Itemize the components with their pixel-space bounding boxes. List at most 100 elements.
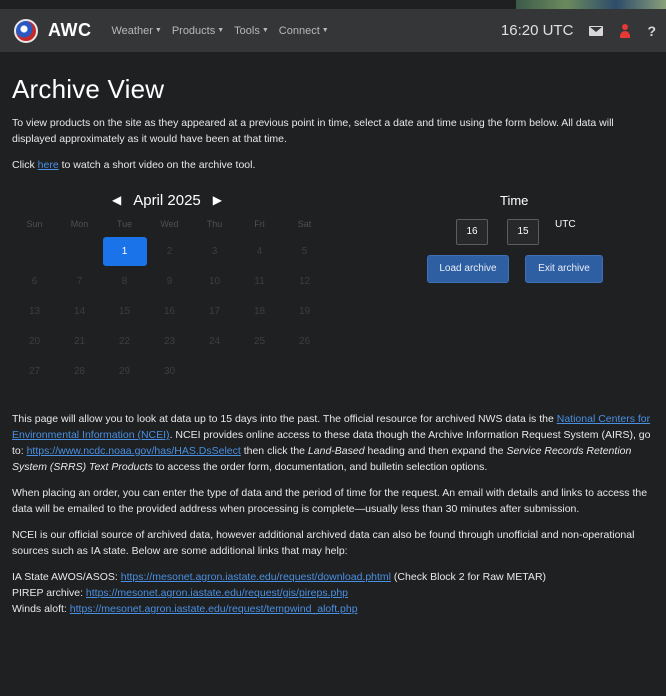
calendar-day[interactable]: 8 — [102, 267, 147, 297]
calendar-day[interactable]: 23 — [147, 327, 192, 357]
navbar: AWC Weather ▼ Products ▼ Tools ▼ Connect ▼ 1… — [0, 9, 666, 52]
calendar-day[interactable]: 18 — [237, 297, 282, 327]
calendar-empty-cell — [57, 237, 102, 267]
calendar-day[interactable]: 14 — [57, 297, 102, 327]
calendar-day[interactable]: 21 — [57, 327, 102, 357]
menu-products[interactable]: Products ▼ — [172, 25, 224, 37]
land-based-text: Land-Based — [307, 445, 365, 457]
thumbnail-image — [516, 0, 666, 9]
calendar-day[interactable]: 25 — [237, 327, 282, 357]
menu-tools-label: Tools — [234, 24, 260, 37]
calendar-day[interactable]: 16 — [147, 297, 192, 327]
calendar-day[interactable]: 27 — [12, 357, 57, 387]
weekday-label: Sat — [297, 219, 312, 229]
caret-down-icon: ▼ — [261, 27, 269, 34]
menu-connect-label: Connect — [278, 24, 320, 37]
hour-input[interactable]: 16 — [456, 219, 488, 245]
link-row-winds: Winds aloft: https://mesonet.agron.iasta… — [12, 601, 656, 617]
sources-paragraph: NCEI is our official source of archived … — [12, 529, 635, 557]
brand-name: AWC — [48, 20, 92, 40]
calendar-day[interactable]: 3 — [192, 237, 237, 267]
weekday-label: Wed — [160, 219, 179, 229]
calendar-day[interactable]: 6 — [12, 267, 57, 297]
intro-text: To view products on the site as they app… — [12, 117, 614, 145]
calendar-header: ◀ April 2025 ▶ — [22, 189, 312, 211]
noaa-logo-icon — [14, 18, 38, 43]
link-row-pirep: PIREP archive: https://mesonet.agron.ias… — [12, 585, 656, 601]
calendar-day-selected[interactable]: 1 — [102, 237, 147, 266]
exit-archive-button[interactable]: Exit archive — [525, 255, 603, 283]
video-line: Click here to watch a short video on the… — [12, 157, 656, 173]
calendar-empty-cell — [192, 357, 237, 387]
load-archive-button[interactable]: Load archive — [427, 255, 509, 283]
weekday-label: Sun — [26, 219, 43, 229]
link-label: IA State AWOS/ASOS: — [12, 571, 121, 583]
weekday-label: Mon — [70, 219, 89, 229]
menu-tools[interactable]: Tools ▼ — [234, 25, 269, 37]
utc-clock: 16:20 UTC — [500, 22, 574, 39]
calendar-day[interactable]: 19 — [282, 297, 327, 327]
ncei-text-c: then click the — [240, 445, 308, 457]
user-icon[interactable] — [619, 23, 631, 38]
calendar-day[interactable]: 7 — [57, 267, 102, 297]
calendar-day[interactable]: 13 — [12, 297, 57, 327]
calendar-day[interactable]: 4 — [237, 237, 282, 267]
calendar-day[interactable]: 11 — [237, 267, 282, 297]
video-post: to watch a short video on the archive to… — [58, 159, 256, 171]
menu-weather[interactable]: Weather ▼ — [112, 25, 162, 37]
caret-down-icon: ▼ — [154, 27, 162, 34]
calendar-day[interactable]: 15 — [102, 297, 147, 327]
pirep-link[interactable]: https://mesonet.agron.iastate.edu/reques… — [86, 587, 348, 599]
menu-connect[interactable]: Connect ▼ — [279, 25, 329, 37]
calendar-day[interactable]: 5 — [282, 237, 327, 267]
order-paragraph: When placing an order, you can enter the… — [12, 487, 648, 515]
nav-right: 16:20 UTC ? — [501, 22, 666, 39]
date-picker: ◀ April 2025 ▶ Sun Mon Tue Wed Thu Fri Sat 123… — [12, 189, 312, 387]
archive-page: AWC Weather ▼ Products ▼ Tools ▼ Connect ▼ 1… — [0, 0, 666, 696]
link-row-awos: IA State AWOS/ASOS: https://mesonet.agro… — [12, 569, 656, 585]
ncei-text-a: This page will allow you to look at data… — [12, 413, 557, 425]
main-content: Archive View To view products on the sit… — [12, 52, 656, 617]
video-link[interactable]: here — [38, 159, 59, 171]
link-label: Winds aloft: — [12, 603, 70, 615]
additional-links: IA State AWOS/ASOS: https://mesonet.agro… — [12, 569, 656, 617]
calendar-empty-cell — [282, 357, 327, 387]
calendar-day[interactable]: 29 — [102, 357, 147, 387]
calendar-month: April 2025 — [133, 191, 201, 209]
help-icon[interactable]: ? — [647, 23, 656, 39]
calendar-day[interactable]: 9 — [147, 267, 192, 297]
caret-down-icon: ▼ — [217, 27, 225, 34]
calendar-day[interactable]: 24 — [192, 327, 237, 357]
calendar-day[interactable]: 12 — [282, 267, 327, 297]
calendar-day[interactable]: 28 — [57, 357, 102, 387]
winds-aloft-link[interactable]: https://mesonet.agron.iastate.edu/reques… — [70, 603, 358, 615]
next-month-icon[interactable]: ▶ — [213, 193, 222, 207]
prev-month-icon[interactable]: ◀ — [112, 193, 121, 207]
awos-link[interactable]: https://mesonet.agron.iastate.edu/reques… — [121, 571, 391, 583]
calendar-day[interactable]: 1 — [102, 237, 147, 267]
main-menu: Weather ▼ Products ▼ Tools ▼ Connect ▼ — [112, 25, 329, 37]
calendar-day[interactable]: 10 — [192, 267, 237, 297]
calendar-day[interactable]: 26 — [282, 327, 327, 357]
mail-icon[interactable] — [589, 25, 604, 36]
ncei-text-e: to access the order form, documentation,… — [152, 461, 488, 473]
minute-input[interactable]: 15 — [507, 219, 539, 245]
calendar-day[interactable]: 17 — [192, 297, 237, 327]
weekday-label: Fri — [254, 219, 265, 229]
calendar-day[interactable]: 22 — [102, 327, 147, 357]
page-title: Archive View — [12, 74, 165, 104]
info-section: This page will allow you to look at data… — [12, 411, 656, 559]
link-label: PIREP archive: — [12, 587, 86, 599]
brand-link[interactable]: AWC — [14, 18, 92, 43]
weekday-row: Sun Mon Tue Wed Thu Fri Sat — [12, 219, 312, 233]
calendar-day[interactable]: 20 — [12, 327, 57, 357]
airs-link[interactable]: https://www.ncdc.noaa.gov/has/HAS.DsSele… — [27, 445, 241, 457]
caret-down-icon: ▼ — [321, 27, 329, 34]
ncei-paragraph: This page will allow you to look at data… — [12, 411, 656, 475]
calendar-day[interactable]: 30 — [147, 357, 192, 387]
ncei-text-d: heading and then expand the — [364, 445, 507, 457]
calendar-day[interactable]: 2 — [147, 237, 192, 267]
timezone-label: UTC — [555, 219, 576, 230]
menu-weather-label: Weather — [111, 24, 153, 37]
archive-form: ◀ April 2025 ▶ Sun Mon Tue Wed Thu Fri Sat 123… — [12, 189, 656, 411]
